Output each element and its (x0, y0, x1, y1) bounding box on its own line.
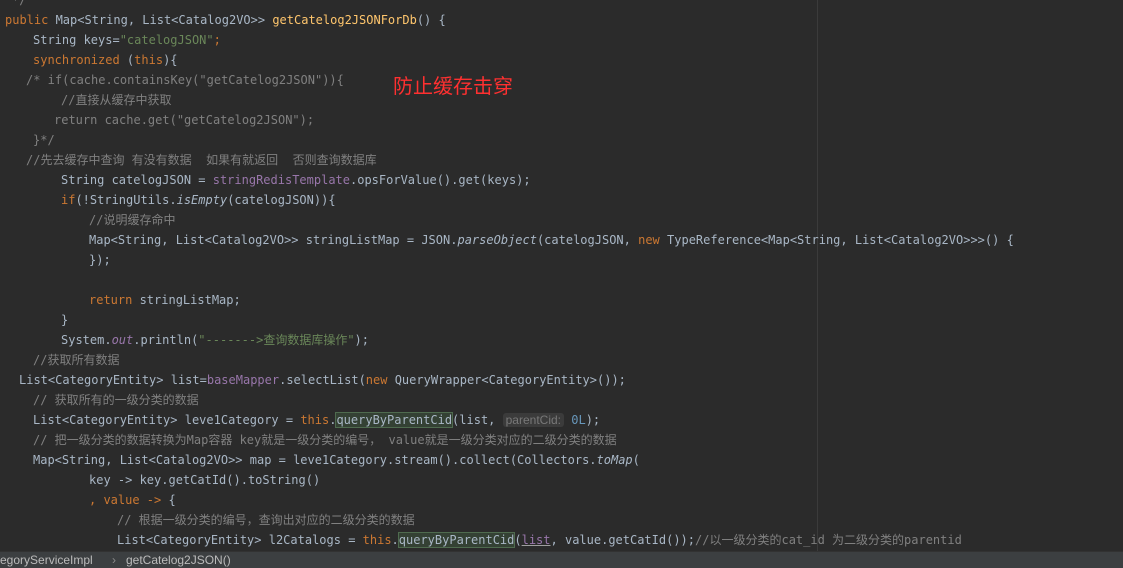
code-line: //说明缓存命中 (89, 213, 176, 227)
code-line: /* if(cache.containsKey("getCatelog2JSON… (26, 73, 344, 87)
code-line: List<CategoryEntity> leve1Category = thi… (33, 412, 601, 428)
code-line: System.out.println("------->查询数据库操作"); (61, 333, 369, 347)
code-line: // 获取所有的一级分类的数据 (33, 393, 199, 407)
code-line: synchronized (this){ (33, 53, 178, 67)
breadcrumb: egoryServiceImpl › getCatelog2JSON() (0, 551, 1123, 568)
code-line: return stringListMap; (89, 293, 241, 307)
code-line: , value -> { (89, 493, 176, 507)
code-line: List<CategoryEntity> l2Catalogs = this.q… (117, 532, 962, 548)
highlighted-method-call[interactable]: queryByParentCid (397, 532, 516, 548)
code-line: String catelogJSON = stringRedisTemplate… (61, 173, 531, 187)
code-line: Map<String, List<Catalog2VO>> map = leve… (33, 453, 640, 467)
code-line: Map<String, List<Catalog2VO>> stringList… (89, 233, 1014, 247)
code-line: return cache.get("getCatelog2JSON"); (54, 113, 315, 127)
code-line: // 根据一级分类的编号，查询出对应的二级分类的数据 (117, 513, 415, 527)
code-line: //先去缓存中查询 有没有数据 如果有就返回 否则查询数据库 (26, 153, 377, 167)
code-line: public Map<String, List<Catalog2VO>> get… (5, 13, 446, 27)
code-line: */ (12, 0, 27, 7)
code-line: List<CategoryEntity> list=baseMapper.sel… (19, 373, 626, 387)
code-line: }*/ (33, 133, 55, 147)
code-editor[interactable]: */ public Map<String, List<Catalog2VO>> … (0, 0, 1123, 551)
parameter-hint: parentCid: (502, 413, 564, 427)
code-line: key -> key.getCatId().toString() (89, 473, 321, 487)
code-line: // 把一级分类的数据转换为Map容器 key就是一级分类的编号， value就… (33, 433, 617, 447)
code-line: //获取所有数据 (33, 353, 120, 367)
breadcrumb-method[interactable]: getCatelog2JSON() (126, 552, 231, 568)
breadcrumb-class[interactable]: egoryServiceImpl (0, 552, 93, 568)
code-line: //直接从缓存中获取 (61, 93, 172, 107)
annotation-text: 防止缓存击穿 (393, 74, 513, 98)
code-line: }); (89, 253, 111, 267)
code-line: if(!StringUtils.isEmpty(catelogJSON)){ (61, 193, 336, 207)
highlighted-method-call[interactable]: queryByParentCid (335, 412, 454, 428)
breadcrumb-separator-icon: › (112, 553, 116, 567)
code-line: String keys="catelogJSON"; (33, 33, 221, 47)
right-margin-guide (817, 0, 818, 551)
code-line: } (61, 313, 69, 327)
